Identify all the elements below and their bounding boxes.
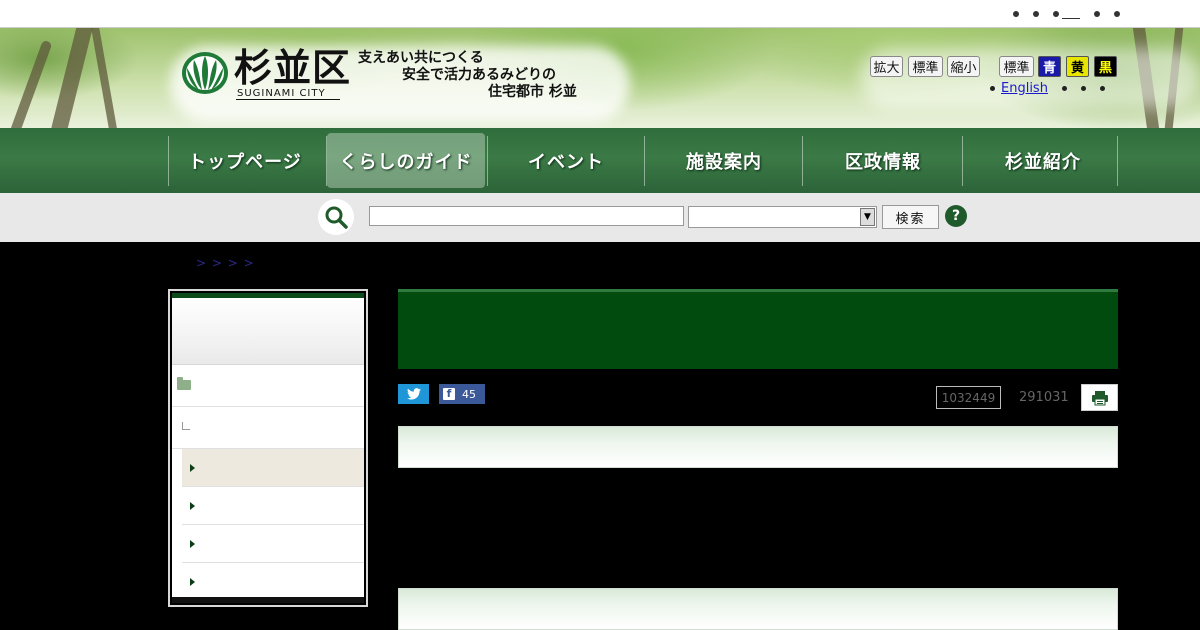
- text-enlarge-button[interactable]: 拡大: [870, 56, 903, 77]
- utility-link-5[interactable]: [1114, 11, 1120, 17]
- triangle-right-icon: [190, 464, 195, 472]
- text-shrink-button[interactable]: 縮小: [947, 56, 980, 77]
- search-bar: ▼ 検索 ?: [0, 193, 1200, 242]
- utility-bar: [0, 0, 1200, 28]
- facebook-share-count: 45: [462, 387, 476, 401]
- global-nav: トップページ くらしのガイド イベント 施設案内 区政情報 杉並紹介: [0, 128, 1200, 193]
- twitter-share-button[interactable]: [398, 384, 429, 404]
- side-menu: [168, 289, 368, 607]
- english-link[interactable]: English: [1001, 81, 1048, 96]
- logo-name[interactable]: 杉並区: [234, 46, 351, 90]
- twitter-icon: [406, 388, 421, 400]
- tagline: 支えあい共につくる 安全で活力あるみどりの 住宅都市 杉並: [358, 50, 577, 101]
- tagline-line-1: 支えあい共につくる: [358, 50, 484, 66]
- nav-administration[interactable]: 区政情報: [804, 133, 962, 188]
- search-input[interactable]: [369, 206, 684, 226]
- color-black-button[interactable]: 黒: [1094, 56, 1117, 77]
- section-heading: [398, 588, 1118, 630]
- search-icon: [318, 199, 354, 235]
- side-menu-item[interactable]: [182, 563, 364, 601]
- utility-link-2[interactable]: [1033, 11, 1039, 17]
- side-menu-header: [172, 298, 364, 365]
- section-heading: [398, 426, 1118, 468]
- nav-facilities[interactable]: 施設案内: [645, 133, 803, 188]
- folder-icon: [177, 377, 191, 390]
- nav-top-page[interactable]: トップページ: [166, 133, 324, 188]
- chevron-down-icon[interactable]: ▼: [860, 208, 875, 226]
- search-help-icon[interactable]: ?: [945, 205, 967, 227]
- language-link-4[interactable]: [1099, 86, 1105, 91]
- update-date: 291031: [1019, 390, 1069, 405]
- search-scope-select[interactable]: ▼: [688, 206, 877, 228]
- search-button[interactable]: 検索: [882, 205, 939, 229]
- nav-living-guide[interactable]: くらしのガイド: [327, 133, 485, 188]
- nav-about-suginami[interactable]: 杉並紹介: [964, 133, 1122, 188]
- nav-events[interactable]: イベント: [487, 133, 645, 188]
- utility-links: [1013, 6, 1120, 19]
- tagline-line-2: 安全で活力あるみどりの: [402, 67, 556, 83]
- utility-link-3[interactable]: [1053, 6, 1080, 19]
- site-header: 杉並区 SUGINAMI CITY 支えあい共につくる 安全で活力あるみどりの …: [0, 28, 1200, 128]
- language-link-3[interactable]: [1080, 86, 1086, 91]
- logo-subtitle: SUGINAMI CITY: [237, 88, 326, 99]
- language-link-2[interactable]: [1061, 86, 1067, 91]
- side-menu-category[interactable]: [172, 365, 364, 407]
- printer-icon: [1091, 390, 1108, 405]
- print-button[interactable]: [1081, 384, 1118, 411]
- facebook-icon: f: [443, 388, 455, 400]
- triangle-right-icon: [190, 578, 195, 586]
- utility-link-4[interactable]: [1094, 11, 1100, 17]
- triangle-right-icon: [190, 502, 195, 510]
- color-yellow-button[interactable]: 黄: [1066, 56, 1089, 77]
- color-standard-button[interactable]: 標準: [999, 56, 1034, 77]
- side-menu-item[interactable]: [182, 487, 364, 525]
- language-links: English: [990, 81, 1105, 96]
- breadcrumb[interactable]: > > > >: [196, 256, 255, 270]
- color-blue-button[interactable]: 青: [1038, 56, 1061, 77]
- side-menu-item-active[interactable]: [182, 449, 364, 487]
- text-standard-button[interactable]: 標準: [908, 56, 943, 77]
- utility-link-1[interactable]: [1013, 11, 1019, 17]
- side-menu-item[interactable]: [182, 525, 364, 563]
- page-title: [398, 289, 1118, 369]
- tagline-line-3: 住宅都市 杉並: [488, 84, 577, 100]
- page-id: 1032449: [936, 386, 1001, 409]
- triangle-right-icon: [190, 540, 195, 548]
- side-menu-subcategory[interactable]: [172, 407, 364, 449]
- tree-branch-icon: [182, 422, 190, 430]
- suginami-logo-icon[interactable]: [180, 50, 230, 96]
- facebook-share-button[interactable]: f 45: [439, 384, 485, 404]
